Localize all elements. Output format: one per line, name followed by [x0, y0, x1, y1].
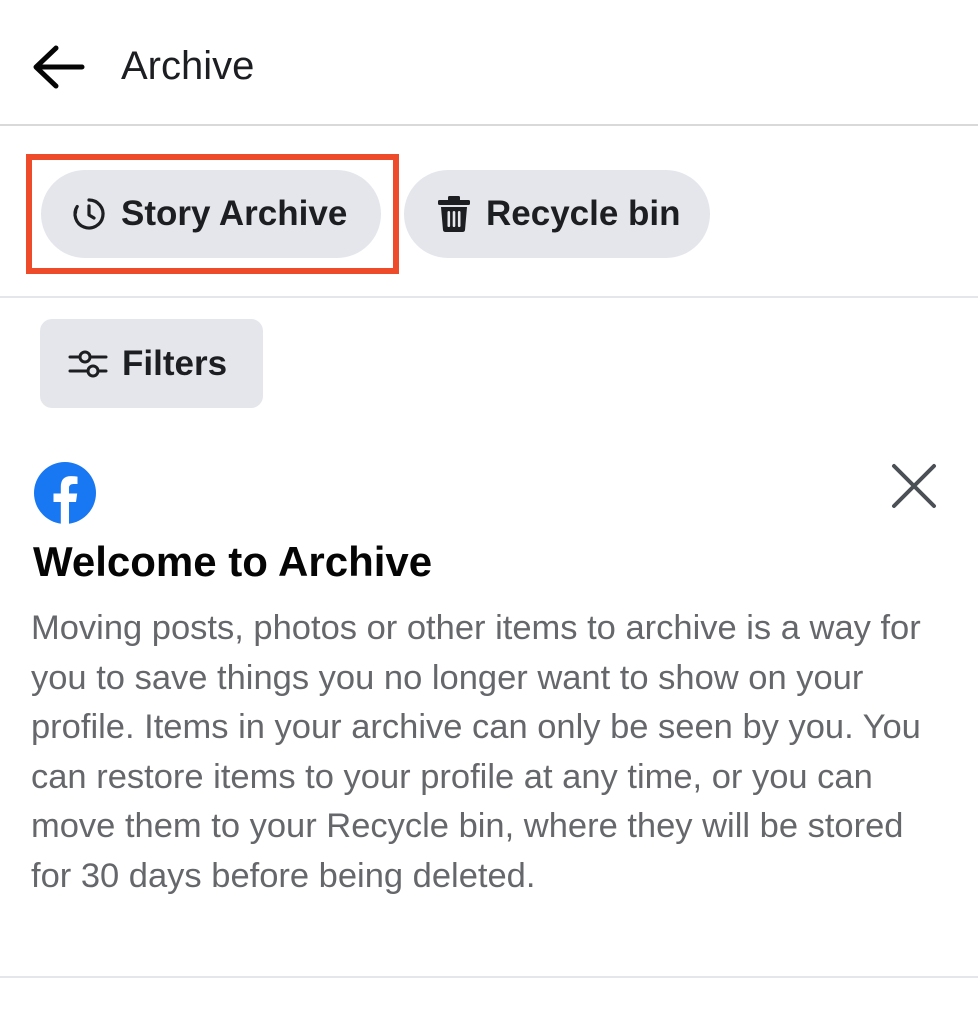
welcome-title: Welcome to Archive: [33, 538, 433, 585]
close-icon: [892, 464, 936, 508]
arrow-left-icon: [33, 45, 85, 89]
facebook-logo: [34, 462, 96, 524]
story-archive-label: Story Archive: [121, 194, 348, 233]
story-archive-button[interactable]: Story Archive: [41, 170, 381, 258]
top-app-bar: Archive: [0, 0, 978, 126]
trash-icon: [436, 195, 472, 233]
archive-tabs: Story Archive Recycle bin: [0, 128, 978, 298]
welcome-description: Moving posts, photos or other items to a…: [31, 609, 921, 895]
sliders-icon: [68, 348, 108, 380]
filters-label: Filters: [122, 343, 228, 383]
close-button[interactable]: [886, 458, 942, 514]
divider: [0, 976, 978, 978]
page-title: Archive: [121, 44, 255, 88]
back-button[interactable]: [30, 42, 86, 92]
clock-history-icon: [71, 196, 107, 232]
recycle-bin-label: Recycle bin: [486, 194, 681, 233]
filters-button[interactable]: Filters: [40, 319, 263, 408]
recycle-bin-button[interactable]: Recycle bin: [404, 170, 710, 258]
